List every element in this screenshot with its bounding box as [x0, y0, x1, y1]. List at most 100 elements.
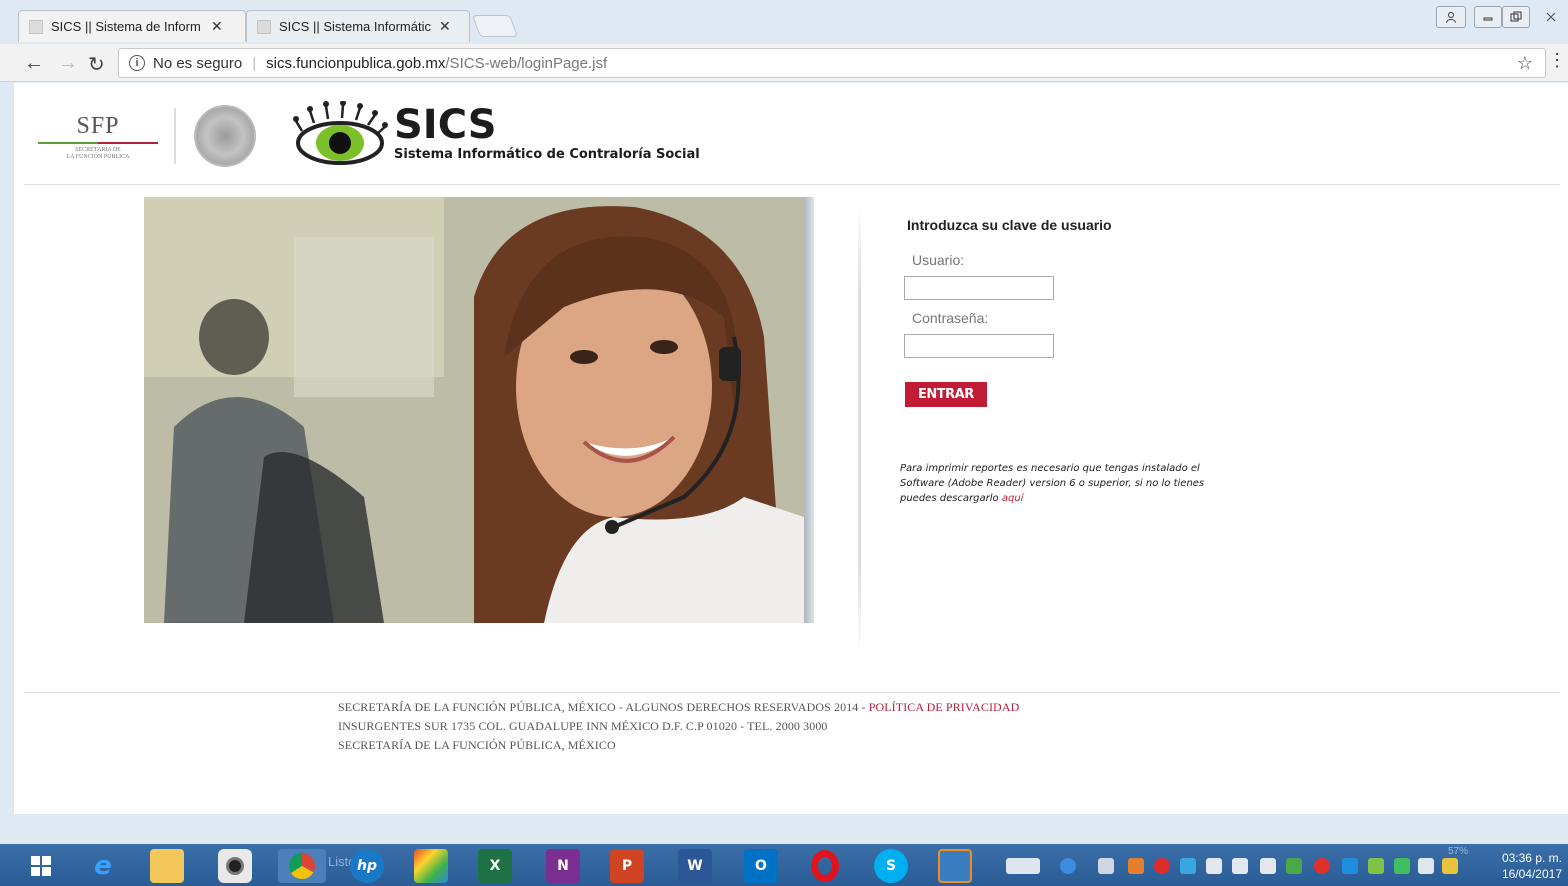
signal-icon[interactable] — [1418, 858, 1434, 874]
reload-icon[interactable]: ↻ — [88, 52, 105, 77]
footer-address: Insurgentes Sur 1735 Col. Guadalupe Inn … — [338, 719, 828, 733]
page-favicon-icon — [29, 19, 43, 34]
hero-photo — [144, 197, 804, 623]
app-title: SICS — [394, 102, 497, 148]
column-divider — [858, 203, 861, 655]
bookmark-star-icon[interactable]: ☆ — [1517, 53, 1533, 74]
profile-button[interactable] — [1436, 6, 1466, 28]
sfp-name-line2: LA FUNCIÓN PÚBLICA — [66, 154, 130, 160]
menu-dots-icon[interactable]: ⋮ — [1548, 50, 1566, 71]
restore-button[interactable] — [1502, 6, 1530, 28]
username-label: Usuario: — [912, 252, 965, 268]
address-bar[interactable]: i No es seguro | sics.funcionpublica.gob… — [118, 48, 1546, 78]
login-form: Introduzca su clave de usuario Usuario: … — [900, 217, 1260, 407]
clock-time: 03:36 p. m. — [1501, 851, 1562, 865]
info-icon[interactable]: i — [129, 55, 145, 71]
tray-opera-icon[interactable] — [1154, 858, 1170, 874]
warning-icon[interactable] — [1442, 858, 1458, 874]
person-icon — [1446, 12, 1456, 23]
media-player-icon[interactable] — [938, 849, 972, 883]
close-icon — [1546, 12, 1556, 22]
logo-divider — [174, 108, 176, 164]
photo-edge — [804, 197, 814, 623]
tray-green-icon[interactable] — [1286, 858, 1302, 874]
sfp-logo: SFP SECRETARÍA DE LA FUNCIÓN PÚBLICA — [38, 113, 158, 173]
url-path: /SICS-web/loginPage.jsf — [445, 54, 608, 72]
national-seal-icon — [194, 105, 256, 167]
footer-divider — [24, 692, 1560, 693]
new-tab-button[interactable] — [471, 15, 519, 37]
download-link[interactable]: aquí — [1002, 493, 1024, 504]
keyboard-icon[interactable] — [1006, 858, 1040, 874]
restore-icon — [1510, 11, 1522, 22]
cloud-icon[interactable] — [1260, 858, 1276, 874]
back-arrow-icon[interactable]: ← — [24, 52, 44, 75]
windows-taskbar: e Listo hp X N P W O S 57% 03:36 p. m. 1… — [0, 844, 1568, 886]
word-icon[interactable]: W — [678, 849, 712, 883]
sfp-abbrev: SFP — [76, 113, 120, 139]
battery-percent: 57% — [1448, 846, 1469, 857]
volume-icon[interactable] — [1232, 858, 1248, 874]
privacy-policy-link[interactable]: Política de Privacidad — [869, 700, 1020, 714]
tray-app-icon[interactable] — [1128, 858, 1144, 874]
minimize-icon — [1483, 17, 1493, 21]
sfp-name-line1: SECRETARÍA DE — [75, 147, 121, 153]
clock-date: 16/04/2017 — [1501, 867, 1562, 881]
powerpoint-icon[interactable]: P — [610, 849, 644, 883]
browser-toolbar: ← → ↻ i No es seguro | sics.funcionpubli… — [0, 44, 1568, 82]
address-separator: | — [252, 54, 257, 72]
skype-icon[interactable]: S — [874, 849, 908, 883]
browser-tab-bar: SICS || Sistema de Inform ✕ SICS || Sist… — [0, 0, 1568, 44]
camera-icon[interactable] — [218, 849, 252, 883]
tray-check-icon[interactable] — [1368, 858, 1384, 874]
tray-sync-icon[interactable] — [1180, 858, 1196, 874]
minimize-button[interactable] — [1474, 6, 1502, 28]
page-favicon-icon — [257, 19, 271, 34]
header-divider — [24, 184, 1560, 185]
url-host: sics.funcionpublica.gob.mx — [266, 54, 446, 72]
sics-eye-logo-icon — [293, 101, 388, 165]
hp-icon[interactable]: hp — [350, 849, 384, 883]
onenote-icon[interactable]: N — [546, 849, 580, 883]
windows-logo-icon — [31, 856, 51, 876]
opera-icon[interactable] — [808, 849, 842, 883]
windows-start-icon[interactable] — [24, 849, 58, 883]
tab-close-icon[interactable]: ✕ — [211, 18, 223, 35]
tab-close-icon[interactable]: ✕ — [439, 18, 451, 35]
footer-line-1: Secretaría de la Función Pública, México… — [338, 698, 1019, 717]
tray-device-icon[interactable] — [1206, 858, 1222, 874]
adobe-reader-note: Para imprimir reportes es necesario que … — [900, 461, 1240, 506]
tray-blue-icon[interactable] — [1342, 858, 1358, 874]
sfp-color-rule — [38, 142, 158, 144]
app-subtitle: Sistema Informático de Contraloría Socia… — [394, 147, 700, 162]
call-center-agent-image — [144, 197, 804, 623]
browser-tab-2[interactable]: SICS || Sistema Informátic ✕ — [246, 10, 470, 42]
excel-icon[interactable]: X — [478, 849, 512, 883]
help-icon[interactable] — [1060, 858, 1076, 874]
file-explorer-icon[interactable] — [150, 849, 184, 883]
note-text: Para imprimir reportes es necesario que … — [900, 463, 1205, 504]
security-label: No es seguro — [153, 54, 243, 72]
internet-explorer-icon[interactable]: e — [86, 849, 120, 883]
username-input[interactable] — [904, 276, 1054, 300]
battery-icon[interactable] — [1394, 858, 1410, 874]
language-icon[interactable] — [1098, 858, 1114, 874]
outlook-icon[interactable]: O — [744, 849, 778, 883]
chrome-icon[interactable] — [278, 849, 326, 883]
tab-title: SICS || Sistema Informátic — [279, 19, 431, 34]
login-heading: Introduzca su clave de usuario — [907, 217, 1112, 233]
tab-title: SICS || Sistema de Inform — [51, 19, 201, 34]
footer-copyright: Secretaría de la Función Pública, México… — [338, 700, 869, 714]
window-close-button[interactable] — [1536, 6, 1566, 28]
password-input[interactable] — [904, 334, 1054, 358]
browser-tab-1[interactable]: SICS || Sistema de Inform ✕ — [18, 10, 246, 42]
tray-red-icon[interactable] — [1314, 858, 1330, 874]
forward-arrow-icon[interactable]: → — [58, 52, 78, 75]
paint-icon[interactable] — [414, 849, 448, 883]
login-submit-button[interactable]: ENTRAR — [905, 382, 987, 407]
footer-org: Secretaría de la Función Pública, México — [338, 738, 616, 752]
page-viewport: SFP SECRETARÍA DE LA FUNCIÓN PÚBLICA SIC… — [14, 83, 1568, 814]
password-label: Contraseña: — [912, 310, 989, 326]
system-clock[interactable]: 03:36 p. m. 16/04/2017 — [1502, 850, 1562, 882]
page-footer: Secretaría de la Función Pública, México… — [338, 698, 1019, 755]
